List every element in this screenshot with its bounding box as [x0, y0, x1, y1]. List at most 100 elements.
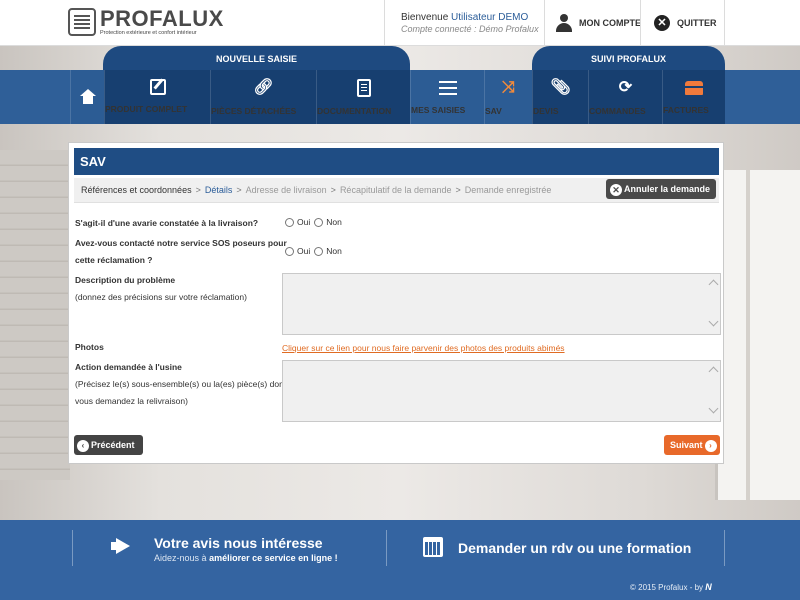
radio-yes[interactable]: [285, 217, 294, 227]
previous-button[interactable]: ‹ Précédent: [74, 435, 143, 455]
shuffle-icon: ⤨: [502, 79, 515, 96]
megaphone-icon: [111, 538, 133, 554]
cancel-request-label: Annuler la demande: [624, 184, 711, 194]
header-divider: [640, 0, 641, 46]
nav-item-label: MES SAISIES: [411, 105, 466, 115]
brand-logo[interactable]: N: [705, 582, 712, 592]
next-label: Suivant: [670, 440, 703, 450]
book-icon: [356, 79, 371, 97]
user-icon: [556, 14, 572, 32]
feedback-sub-prefix: Aidez-nous à: [154, 553, 207, 563]
radio-yes-label: Oui: [297, 246, 311, 256]
quit-label: QUITTER: [677, 18, 717, 28]
radio-yes[interactable]: [285, 246, 294, 256]
logo-text: PROFALUX: [100, 6, 224, 31]
refresh-icon: ⟳: [618, 79, 633, 96]
nav-item-label: DEVIS: [533, 106, 559, 116]
sav-panel: SAV Références et coordonnées > Détails > Ad…: [68, 142, 724, 464]
description-block: Description du problème (donnez des préc…: [75, 272, 247, 306]
nav-item-invoices[interactable]: FACTURES: [662, 70, 725, 124]
paperclip-icon: 📎︎: [550, 79, 571, 96]
radio-group-damage: Oui Non: [285, 217, 346, 227]
step-separator: >: [330, 185, 336, 195]
action-textarea[interactable]: [282, 360, 721, 422]
scroll-up-icon[interactable]: [708, 366, 719, 377]
logo-icon: [68, 8, 96, 36]
radio-no[interactable]: [314, 246, 324, 256]
nav-item-label: FACTURES: [663, 105, 709, 115]
photos-label: Photos: [75, 342, 104, 352]
header-divider: [384, 0, 385, 46]
close-icon: ✕: [610, 183, 622, 196]
toolbox-icon: [685, 81, 703, 95]
photos-upload-link[interactable]: Cliquer sur ce lien pour nous faire parv…: [282, 343, 565, 353]
step-separator: >: [455, 185, 461, 195]
step-separator: >: [236, 185, 242, 195]
action-block: Action demandée à l'usine (Précisez le(s…: [75, 359, 286, 410]
nav-item-quotes[interactable]: 📎︎ DEVIS: [532, 70, 588, 124]
nav-item-label: PRODUIT COMPLET: [105, 104, 188, 114]
list-icon: [438, 81, 457, 95]
feedback-subtitle[interactable]: Aidez-nous à améliorer ce service en lig…: [154, 553, 338, 563]
chevron-left-icon: ‹: [77, 439, 89, 452]
copyright: © 2015 Profalux - by N: [630, 582, 712, 592]
cancel-request-button[interactable]: ✕ Annuler la demande: [606, 179, 716, 199]
quit-button[interactable]: ✕ QUITTER: [654, 0, 717, 46]
scroll-down-icon[interactable]: [708, 403, 719, 414]
action-label: Action demandée à l'usine: [75, 362, 182, 372]
nav-item-label: SAV: [485, 106, 502, 116]
feedback-title[interactable]: Votre avis nous intéresse: [154, 535, 323, 551]
question-sos-line2: cette réclamation ?: [75, 255, 153, 265]
welcome-prefix: Bienvenue: [401, 12, 449, 23]
action-hint-line1: (Précisez le(s) sous-ensemble(s) ou la(e…: [75, 379, 287, 389]
nav-group-follow: SUIVI PROFALUX: [532, 46, 725, 72]
home-icon: [79, 89, 96, 105]
welcome-block: Bienvenue Utilisateur DEMO Compte connec…: [401, 12, 539, 34]
radio-no[interactable]: [314, 217, 324, 227]
nav-item-sav[interactable]: ⤨ SAV: [484, 70, 532, 124]
nav-item-spare-parts[interactable]: 🔗︎ PIÈCES DÉTACHÉES: [210, 70, 316, 124]
calendar-icon: [423, 537, 443, 557]
my-account-button[interactable]: MON COMPTE: [556, 0, 641, 46]
question-sos-line1: Avez-vous contacté notre service SOS pos…: [75, 238, 287, 248]
nav-item-my-entries[interactable]: MES SAISIES: [410, 70, 484, 124]
step-references[interactable]: Références et coordonnées: [81, 185, 192, 195]
connected-account: Compte connecté : Démo Profalux: [401, 24, 539, 34]
step-details: Détails: [204, 185, 233, 195]
description-hint: (donnez des précisions sur votre réclama…: [75, 292, 247, 302]
next-button[interactable]: Suivant ›: [664, 435, 720, 455]
header-divider: [724, 0, 725, 46]
my-account-label: MON COMPTE: [579, 18, 641, 28]
scroll-down-icon[interactable]: [708, 316, 719, 327]
close-icon: ✕: [654, 15, 670, 31]
panel-title: SAV: [74, 148, 719, 175]
step-separator: >: [195, 185, 201, 195]
radio-yes-label: Oui: [297, 217, 311, 227]
step-delivery-address: Adresse de livraison: [245, 185, 327, 195]
nav-item-label: DOCUMENTATION: [317, 106, 392, 116]
footer-divider: [386, 530, 387, 566]
nav-item-label: PIÈCES DÉTACHÉES: [211, 106, 297, 116]
nav-group-new-entry: NOUVELLE SAISIE: [103, 46, 410, 72]
header-divider: [544, 0, 545, 46]
background-shutter: [0, 150, 70, 480]
copyright-text: © 2015 Profalux - by: [630, 583, 704, 592]
action-hint-line2: vous demandez la relivraison): [75, 396, 188, 406]
step-summary: Récapitulatif de la demande: [339, 185, 452, 195]
nav-item-complete-product[interactable]: PRODUIT COMPLET: [104, 70, 210, 124]
scroll-up-icon[interactable]: [708, 279, 719, 290]
description-label: Description du problème: [75, 275, 176, 285]
nav-item-orders[interactable]: ⟳ COMMANDES: [588, 70, 662, 124]
profalux-logo[interactable]: PROFALUX Protection extérieure et confor…: [68, 6, 223, 40]
description-textarea[interactable]: [282, 273, 721, 335]
step-registered: Demande enregistrée: [464, 185, 552, 195]
previous-label: Précédent: [91, 440, 135, 450]
top-header: PROFALUX Protection extérieure et confor…: [0, 0, 800, 46]
nav-item-documentation[interactable]: DOCUMENTATION: [316, 70, 410, 124]
nav-home[interactable]: [70, 70, 104, 124]
logo-tagline: Protection extérieure et confort intérie…: [100, 30, 197, 36]
footer-divider: [724, 530, 725, 566]
appointment-link[interactable]: Demander un rdv ou une formation: [458, 540, 691, 556]
radio-no-label: Non: [326, 246, 342, 256]
nav-item-label: COMMANDES: [589, 106, 646, 116]
